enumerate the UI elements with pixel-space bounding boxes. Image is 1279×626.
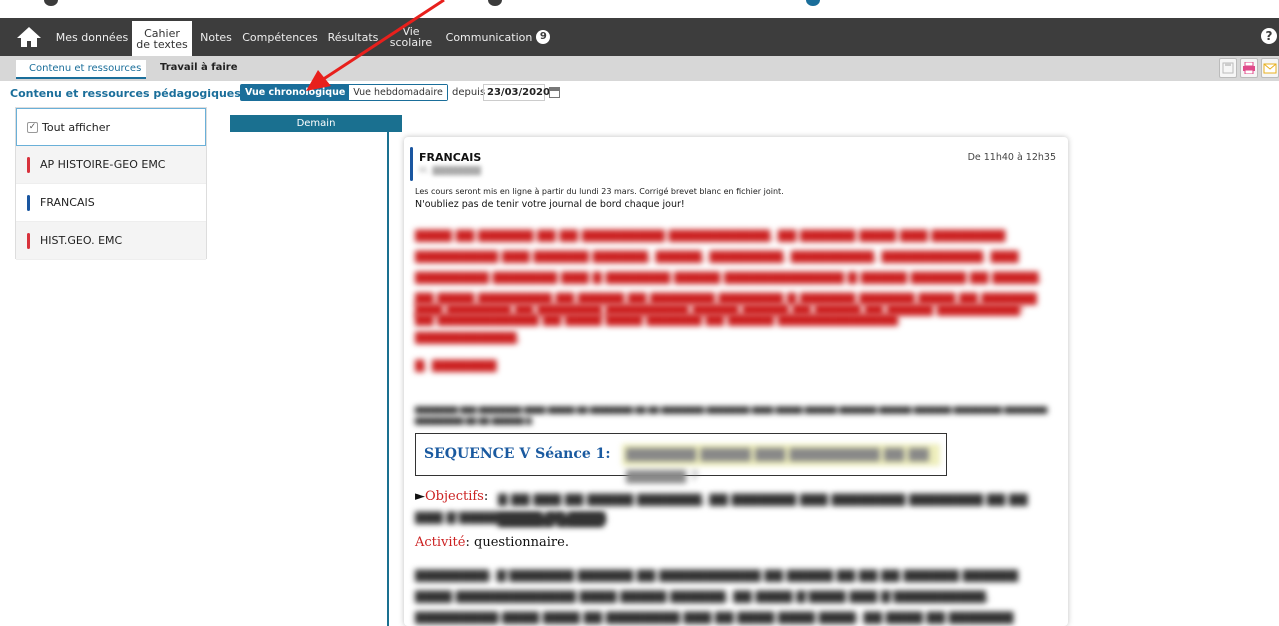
nav-competences[interactable]: Compétences [240, 18, 320, 56]
save-icon[interactable] [1219, 58, 1237, 78]
redacted-paragraph: ▇. ▇▇▇▇▇▇▇ [415, 358, 497, 372]
subject-color-marker [410, 147, 413, 181]
print-icon[interactable] [1240, 58, 1258, 78]
lesson-subject: FRANCAIS [419, 151, 482, 164]
nav-label: scolaire [389, 36, 433, 49]
objectives-label: Objectifs [425, 489, 484, 504]
nav-label: Mes données [55, 30, 129, 44]
subject-item[interactable]: HIST.GEO. EMC [16, 222, 206, 260]
objectives-line: ►Objectifs: [415, 489, 489, 504]
subject-filter-panel: ✓ Tout afficher AP HISTOIRE-GEO EMC FRAN… [15, 107, 207, 260]
show-all-item[interactable]: ✓ Tout afficher [16, 108, 206, 146]
subject-item[interactable]: FRANCAIS [16, 184, 206, 222]
view-toggle: Vue chronologique Vue hebdomadaire [240, 84, 448, 101]
calendar-icon[interactable] [549, 87, 560, 98]
tab-travail-a-faire[interactable]: Travail à faire [160, 62, 237, 73]
logo-fragment [806, 0, 820, 6]
redacted-paragraph: ▇▇▇▇▇▇▇▇▇▇▇, [415, 330, 521, 344]
mail-icon[interactable] [1261, 58, 1279, 78]
activity-label: Activité [415, 535, 466, 550]
nav-label: Résultats [327, 30, 379, 44]
weekly-view-button[interactable]: Vue hebdomadaire [349, 85, 447, 100]
show-all-label: Tout afficher [42, 120, 111, 134]
nav-label: Cahier [144, 26, 180, 40]
nav-notes[interactable]: Notes [196, 18, 236, 56]
timeline-line [387, 132, 389, 626]
sequence-title: SEQUENCE V Séance 1: [424, 446, 611, 462]
nav-cahier-de-textes[interactable]: Cahier de textes [132, 18, 192, 56]
subject-color-bar [27, 194, 30, 211]
main-navbar: Mes données Cahier de textes Notes Compé… [0, 18, 1279, 56]
nav-vie-scolaire[interactable]: Vie scolaire [386, 18, 436, 56]
lesson-time: De 11h40 à 12h35 [967, 152, 1056, 163]
day-header: Demain [230, 115, 402, 132]
date-input[interactable]: 23/03/2020 [483, 84, 550, 101]
logo-fragment [488, 0, 502, 6]
help-icon[interactable]: ? [1261, 28, 1277, 44]
since-label: depuis [452, 87, 486, 98]
toolbar-icons [1219, 58, 1279, 78]
notification-badge: 9 [536, 30, 551, 44]
chronological-view-button[interactable]: Vue chronologique [241, 85, 350, 100]
lesson-note: N'oubliez pas de tenir votre journal de … [415, 199, 685, 210]
tab-contenu-ressources[interactable]: Contenu et ressources [16, 60, 147, 79]
activity-line: Activité: questionnaire. [415, 535, 569, 550]
redacted-paragraph: ▇▇▇▇▇▇▇▇: ▇'▇▇▇▇▇▇▇ ▇▇▇▇▇▇ ▇▇ ▇▇▇▇▇▇▇▇▇▇… [415, 568, 1019, 624]
subject-color-bar [27, 232, 30, 249]
redacted-paragraph: ▇▇▇ ▇'▇▇▇▇▇▇▇▇▇ ▇▇ ▇▇▇▇. [415, 510, 609, 524]
nav-label: de textes [136, 37, 188, 51]
lesson-card: FRANCAIS M. ▇▇▇▇▇▇▇ De 11h40 à 12h35 Les… [404, 137, 1068, 626]
subject-color-bar [27, 156, 30, 173]
sub-tabs-bar: Contenu et ressources Travail à faire [0, 56, 1279, 81]
subject-label: FRANCAIS [40, 196, 95, 209]
nav-mes-donnees[interactable]: Mes données [54, 18, 130, 56]
subject-label: HIST.GEO. EMC [40, 234, 123, 247]
redacted-paragraph: ▇▇▇ ▇▇▇▇▇▇▇ ▇▇ ▇▇▇▇▇▇▇ ▇▇▇▇▇▇▇▇▇ ▇▇▇▇▇ ▇… [415, 302, 1025, 316]
content-header: Contenu et ressources pédagogiques Vue c… [0, 81, 1279, 105]
nav-label: Communication [445, 30, 533, 44]
subject-label: AP HISTOIRE-GEO EMC [40, 158, 166, 171]
sequence-box: SEQUENCE V Séance 1: ▇▇▇▇▇▇▇ ▇▇▇▇▇ ▇▇▇ ▇… [415, 433, 947, 484]
nav-label: Compétences [242, 30, 318, 44]
activity-text: : questionnaire. [465, 535, 569, 550]
page-title: Contenu et ressources pédagogiques [10, 87, 241, 100]
teacher-name-redacted: M. ▇▇▇▇▇▇▇ [419, 166, 481, 176]
checkbox-icon[interactable]: ✓ [27, 121, 38, 133]
home-icon[interactable] [16, 26, 42, 48]
sequence-subtitle-redacted: ▇▇▇▇▇▇▇ ▇▇▇▇▇ ▇▇▇ ▇▇▇▇▇▇▇▇▇ ▇▇ ▇▇ ▇▇▇▇▇▇… [622, 444, 940, 484]
nav-label: Notes [200, 30, 232, 44]
logo-fragment [44, 0, 58, 6]
lesson-note: Les cours seront mis en ligne à partir d… [415, 187, 784, 196]
nav-resultats[interactable]: Résultats [324, 18, 382, 56]
redacted-paragraph: ▇▇▇▇▇▇▇▇ ▇▇▇ ▇▇▇▇▇▇▇▇ ▇▇▇▇ ▇▇▇▇▇ ▇▇ ▇▇▇▇… [415, 406, 1048, 425]
subject-item[interactable]: AP HISTOIRE-GEO EMC [16, 146, 206, 184]
top-strip [0, 0, 1279, 18]
nav-communication[interactable]: Communication 9 [442, 18, 554, 56]
